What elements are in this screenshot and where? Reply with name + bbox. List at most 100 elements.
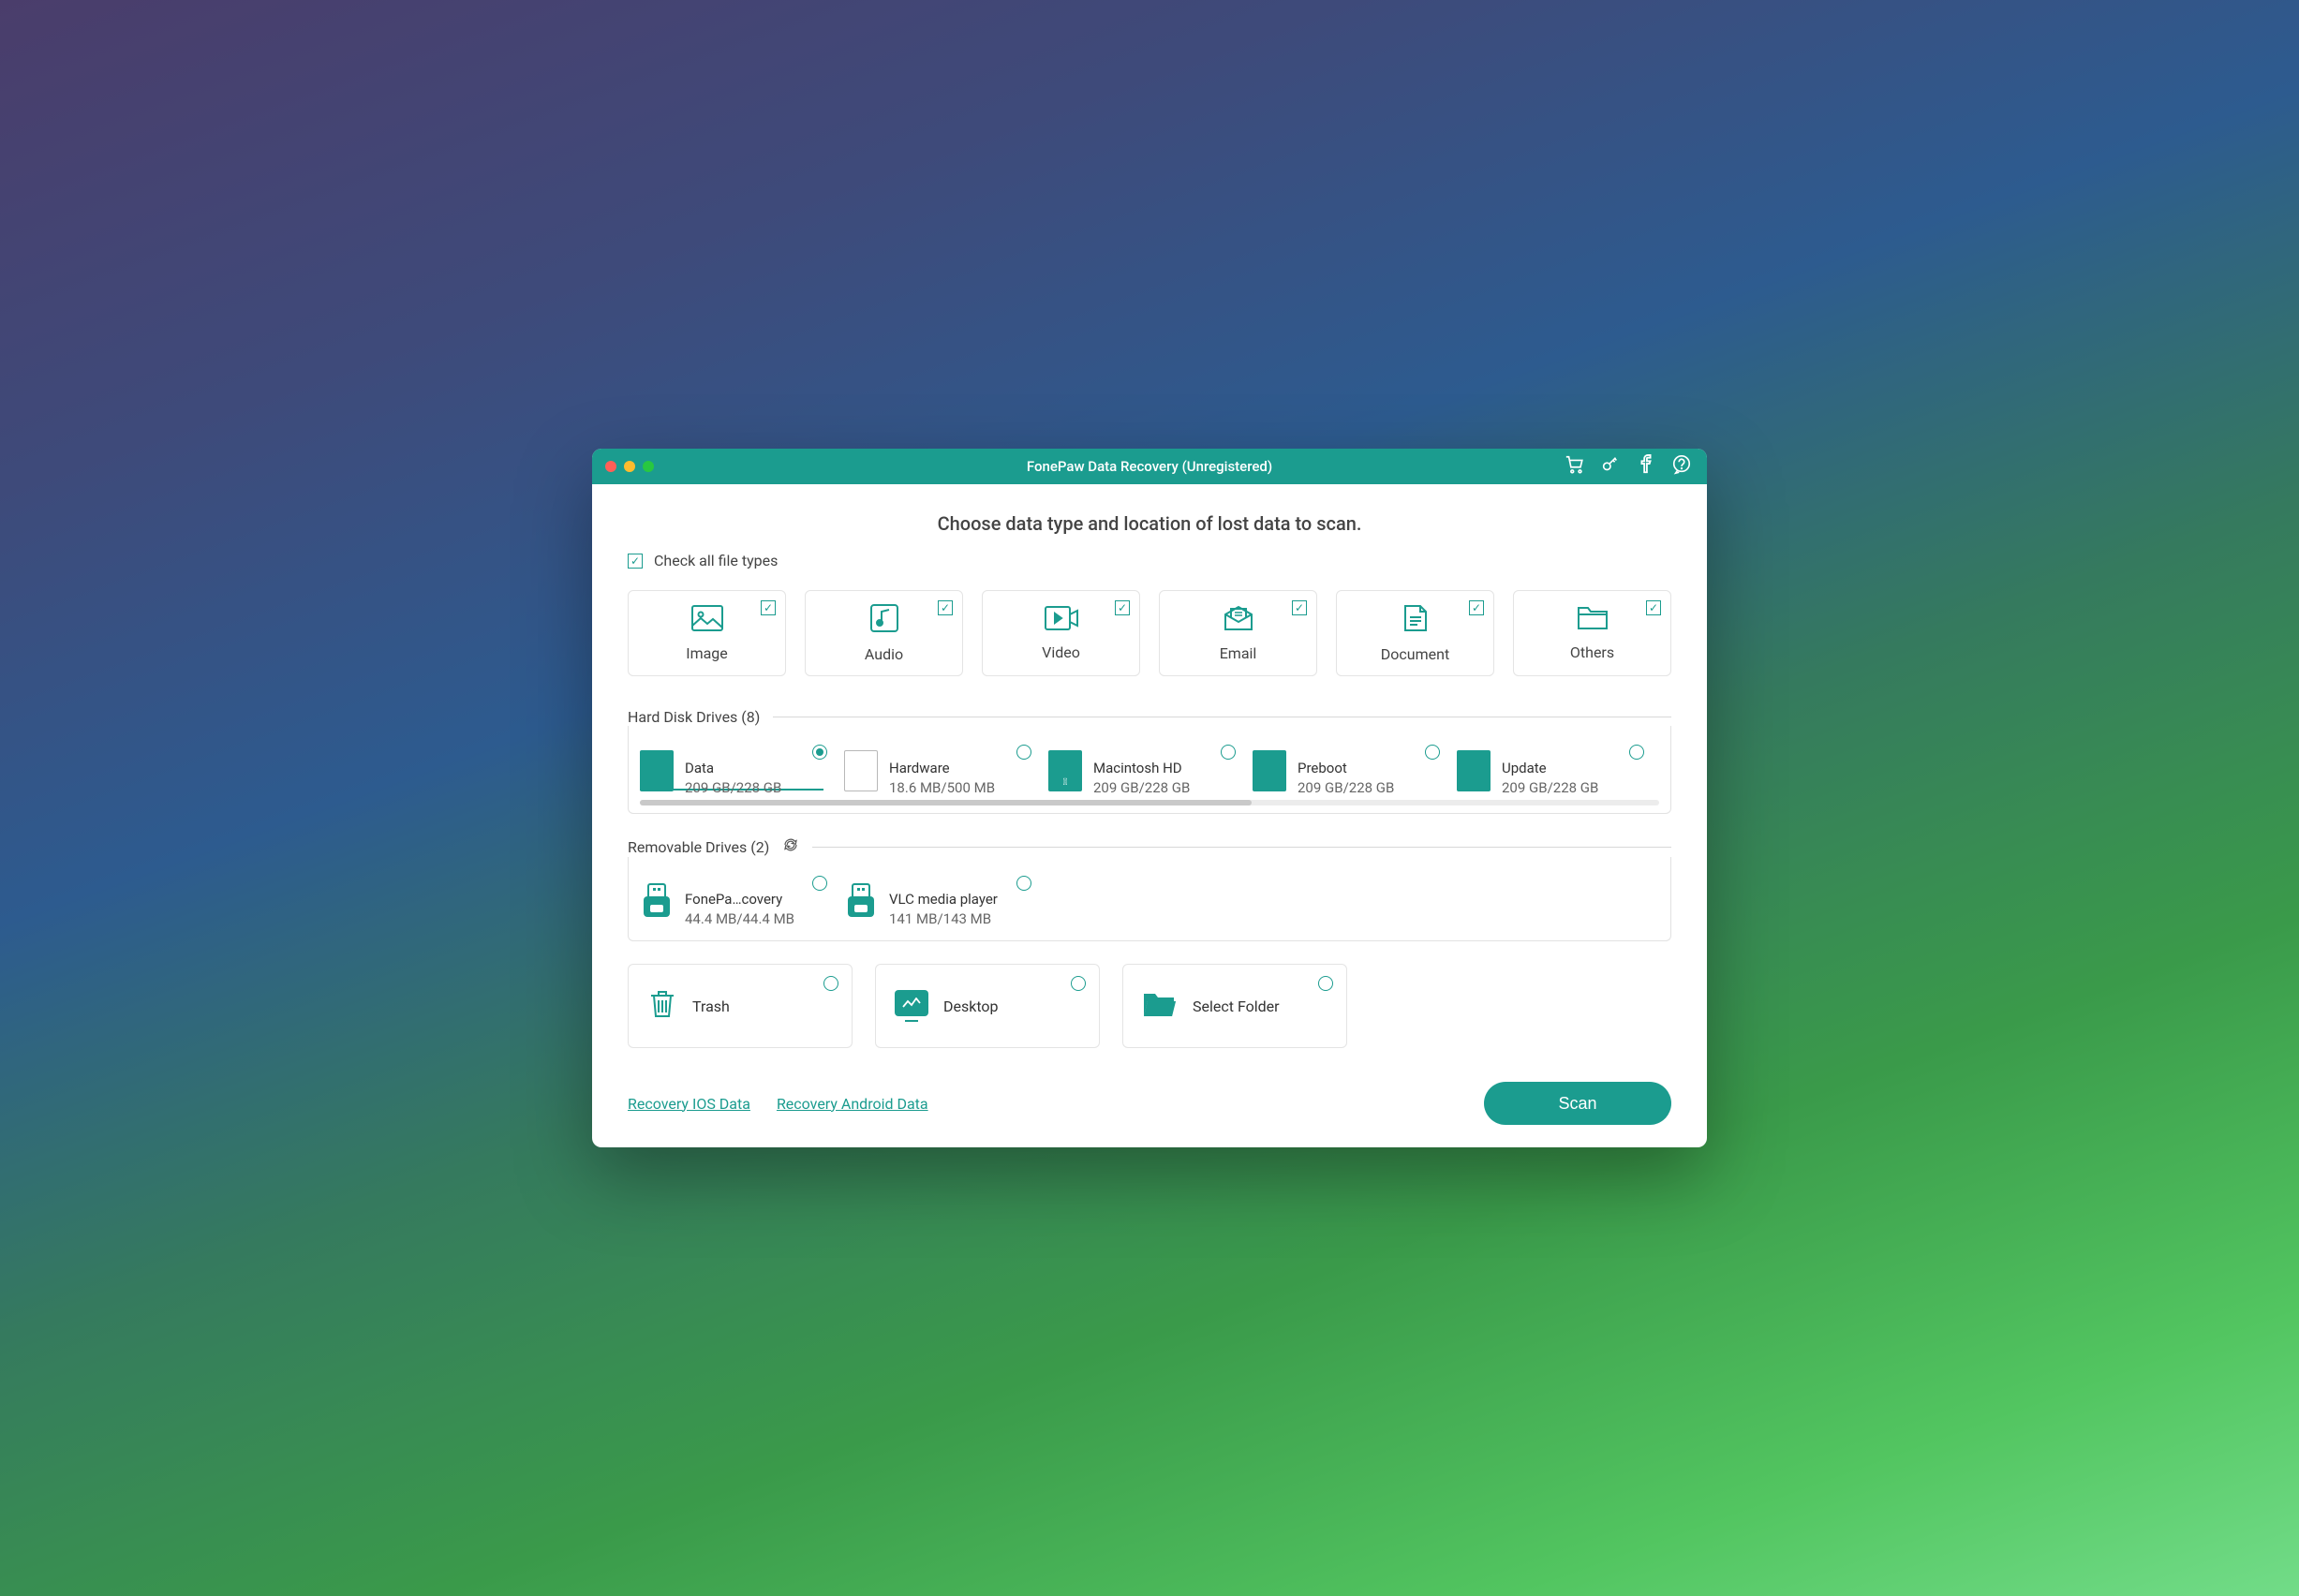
type-document-checkbox[interactable]: ✓ (1469, 600, 1484, 615)
disk-icon (844, 750, 878, 791)
type-email[interactable]: ✓ Email (1159, 590, 1317, 676)
location-select-folder[interactable]: Select Folder (1122, 964, 1347, 1048)
drive-preboot-name: Preboot (1298, 760, 1394, 776)
titlebar-title: FonePaw Data Recovery (Unregistered) (592, 458, 1707, 475)
location-desktop-label: Desktop (943, 998, 999, 1015)
drive-hardware[interactable]: Hardware 18.6 MB/500 MB (844, 745, 1037, 796)
hdd-section-header: Hard Disk Drives (8) (628, 708, 1671, 726)
help-icon[interactable] (1671, 454, 1692, 479)
check-all-label: Check all file types (654, 552, 778, 569)
titlebar: FonePaw Data Recovery (Unregistered) (592, 449, 1707, 484)
hdd-scroll[interactable]: Data 209 GB/228 GB Hardware 18.6 MB/500 … (640, 745, 1659, 802)
drive-update-name: Update (1502, 760, 1598, 776)
removable-fonepaw[interactable]: FonePa…covery 44.4 MB/44.4 MB (640, 876, 833, 927)
removable-vlc[interactable]: VLC media player 141 MB/143 MB (844, 876, 1037, 927)
disk-apple-icon (1048, 750, 1082, 791)
location-trash-label: Trash (692, 998, 730, 1015)
location-desktop-radio[interactable] (1071, 976, 1086, 991)
app-window: FonePaw Data Recovery (Unregistered) Cho… (592, 449, 1707, 1147)
drive-data-name: Data (685, 760, 781, 776)
check-all-checkbox[interactable]: ✓ (628, 554, 643, 569)
removable-scroll: FonePa…covery 44.4 MB/44.4 MB VLC media … (640, 876, 1659, 933)
drive-preboot-size: 209 GB/228 GB (1298, 779, 1394, 796)
folder-open-icon (1142, 990, 1178, 1022)
type-document-label: Document (1381, 645, 1449, 663)
type-video[interactable]: ✓ Video (982, 590, 1140, 676)
window-close-button[interactable] (605, 461, 616, 472)
titlebar-actions (1565, 454, 1707, 479)
email-icon (1224, 605, 1253, 635)
location-select-radio[interactable] (1318, 976, 1333, 991)
type-audio[interactable]: ✓ Audio (805, 590, 963, 676)
type-image[interactable]: ✓ Image (628, 590, 786, 676)
facebook-icon[interactable] (1636, 454, 1656, 479)
drive-preboot[interactable]: Preboot 209 GB/228 GB (1253, 745, 1446, 796)
disk-icon (640, 750, 674, 791)
disk-icon (1253, 750, 1286, 791)
type-email-label: Email (1220, 644, 1257, 662)
drive-data[interactable]: Data 209 GB/228 GB (640, 745, 833, 796)
drive-hardware-size: 18.6 MB/500 MB (889, 779, 995, 796)
window-controls (592, 461, 654, 472)
location-trash[interactable]: Trash (628, 964, 853, 1048)
hdd-title: Hard Disk Drives (8) (628, 708, 760, 726)
file-type-grid: ✓ Image ✓ Audio ✓ Video (628, 590, 1671, 676)
image-icon (691, 605, 723, 635)
recovery-android-link[interactable]: Recovery Android Data (777, 1095, 928, 1113)
location-row: Trash Desktop Select Folder (628, 964, 1671, 1048)
type-others[interactable]: ✓ Others (1513, 590, 1671, 676)
type-others-checkbox[interactable]: ✓ (1646, 600, 1661, 615)
check-all-row[interactable]: ✓ Check all file types (628, 552, 1671, 569)
folder-icon (1577, 606, 1609, 634)
usb-icon (844, 883, 878, 921)
usb-icon (640, 883, 674, 921)
removable-title: Removable Drives (2) (628, 838, 769, 856)
type-audio-label: Audio (865, 645, 903, 663)
window-minimize-button[interactable] (624, 461, 635, 472)
drive-macintosh-radio[interactable] (1221, 745, 1236, 760)
type-audio-checkbox[interactable]: ✓ (938, 600, 953, 615)
video-icon (1045, 606, 1078, 634)
location-select-label: Select Folder (1193, 998, 1280, 1015)
drive-macintosh-name: Macintosh HD (1093, 760, 1190, 776)
cart-icon[interactable] (1565, 454, 1585, 479)
refresh-icon[interactable] (769, 836, 799, 857)
hdd-scrollbar[interactable] (640, 800, 1659, 805)
key-icon[interactable] (1600, 454, 1621, 479)
drive-update-radio[interactable] (1629, 745, 1644, 760)
trash-icon (647, 988, 677, 1024)
drive-update-size: 209 GB/228 GB (1502, 779, 1598, 796)
audio-icon (870, 604, 898, 636)
document-icon (1403, 604, 1428, 636)
hdd-scrollbar-thumb[interactable] (640, 800, 1252, 805)
location-desktop[interactable]: Desktop (875, 964, 1100, 1048)
drive-data-size: 209 GB/228 GB (685, 779, 781, 796)
drive-macintosh-size: 209 GB/228 GB (1093, 779, 1190, 796)
drive-update[interactable]: Update 209 GB/228 GB (1457, 745, 1650, 796)
type-email-checkbox[interactable]: ✓ (1292, 600, 1307, 615)
drive-macintosh[interactable]: Macintosh HD 209 GB/228 GB (1048, 745, 1241, 796)
type-image-label: Image (686, 644, 728, 662)
drive-hardware-radio[interactable] (1016, 745, 1031, 760)
window-maximize-button[interactable] (643, 461, 654, 472)
recovery-ios-link[interactable]: Recovery IOS Data (628, 1095, 750, 1113)
location-trash-radio[interactable] (823, 976, 838, 991)
type-others-label: Others (1570, 643, 1614, 661)
desktop-icon (895, 990, 928, 1022)
footer-row: Recovery IOS Data Recovery Android Data … (628, 1082, 1671, 1125)
removable-fonepaw-name: FonePa…covery (685, 891, 794, 908)
removable-vlc-radio[interactable] (1016, 876, 1031, 891)
main-content: Choose data type and location of lost da… (592, 484, 1707, 1147)
drive-data-radio[interactable] (812, 745, 827, 760)
type-video-checkbox[interactable]: ✓ (1115, 600, 1130, 615)
scan-button[interactable]: Scan (1484, 1082, 1671, 1125)
hdd-list: Data 209 GB/228 GB Hardware 18.6 MB/500 … (628, 726, 1671, 814)
disk-icon (1457, 750, 1491, 791)
type-image-checkbox[interactable]: ✓ (761, 600, 776, 615)
type-document[interactable]: ✓ Document (1336, 590, 1494, 676)
page-heading: Choose data type and location of lost da… (628, 512, 1671, 535)
removable-fonepaw-radio[interactable] (812, 876, 827, 891)
removable-vlc-name: VLC media player (889, 891, 998, 908)
removable-list: FonePa…covery 44.4 MB/44.4 MB VLC media … (628, 857, 1671, 941)
drive-preboot-radio[interactable] (1425, 745, 1440, 760)
